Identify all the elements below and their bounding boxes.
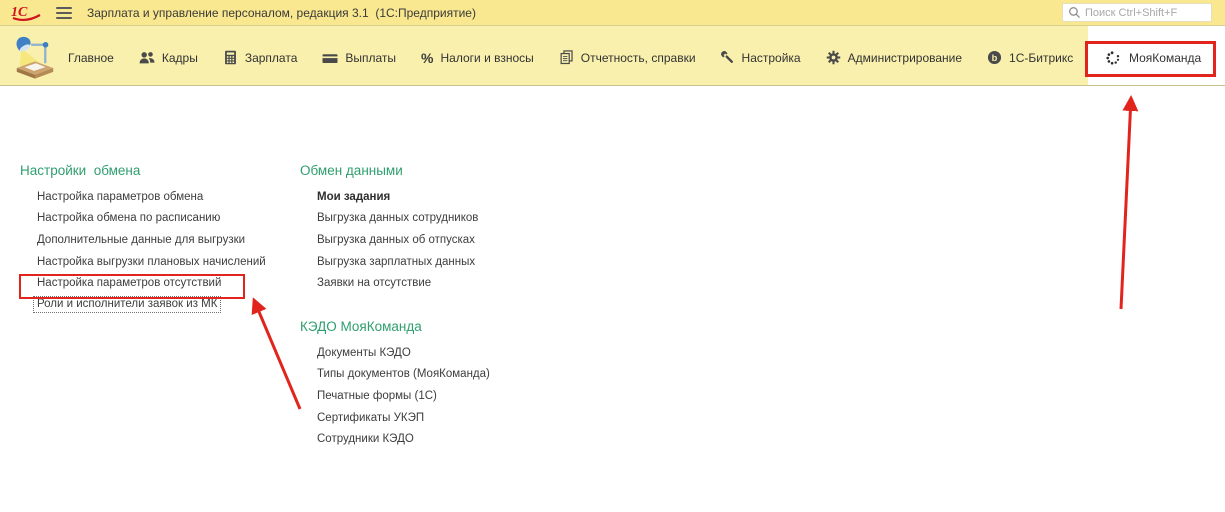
percent-icon: % bbox=[421, 51, 433, 65]
kedo-list: Документы КЭДО Типы документов (МояКоман… bbox=[300, 342, 490, 450]
link-export-vacations[interactable]: Выгрузка данных об отпусках bbox=[317, 229, 490, 251]
tab-label: Налоги и взносы bbox=[441, 51, 534, 65]
tab-label: Главное bbox=[68, 51, 114, 65]
link-my-tasks[interactable]: Мои задания bbox=[317, 186, 490, 208]
link-kedo-documents[interactable]: Документы КЭДО bbox=[317, 342, 490, 364]
tab-nastroyka[interactable]: Настройка bbox=[721, 47, 801, 65]
link-print-forms-1c[interactable]: Печатные формы (1С) bbox=[317, 385, 490, 407]
focused-link-text: Роли и исполнители заявок из МК bbox=[33, 296, 221, 313]
tab-label: Кадры bbox=[162, 51, 198, 65]
link-additional-export-data[interactable]: Дополнительные данные для выгрузки bbox=[37, 229, 266, 251]
link-exchange-schedule[interactable]: Настройка обмена по расписанию bbox=[37, 208, 266, 230]
svg-text:b: b bbox=[992, 53, 998, 63]
search-icon bbox=[1068, 6, 1081, 19]
tab-myteam[interactable]: МояКоманда bbox=[1088, 26, 1225, 85]
1c-logo-icon: 1С bbox=[10, 3, 42, 23]
main-menu-icon[interactable] bbox=[56, 7, 72, 19]
link-kedo-document-types[interactable]: Типы документов (МояКоманда) bbox=[317, 364, 490, 386]
desk-lamp-icon bbox=[12, 34, 58, 81]
tab-label: 1С-Битрикс bbox=[1009, 51, 1073, 65]
tab-label: Выплаты bbox=[345, 51, 396, 65]
tab-label: МояКоманда bbox=[1129, 51, 1201, 65]
tab-vyplaty[interactable]: Выплаты bbox=[322, 46, 396, 66]
section-title-data-exchange: Обмен данными bbox=[300, 163, 490, 178]
section-title-exchange-settings: Настройки обмена bbox=[20, 163, 266, 178]
global-search[interactable] bbox=[1062, 3, 1212, 22]
tab-nalogi[interactable]: % Налоги и взносы bbox=[421, 47, 534, 65]
app-window: 1С Зарплата и управление персоналом, ред… bbox=[0, 0, 1225, 512]
link-absence-params[interactable]: Настройка параметров отсутствий bbox=[37, 272, 266, 294]
annotation-arrow-myteam-tab bbox=[1121, 98, 1131, 309]
title-bar: 1С Зарплата и управление персоналом, ред… bbox=[0, 0, 1225, 26]
exchange-settings-list: Настройка параметров обмена Настройка об… bbox=[20, 186, 266, 316]
report-icon bbox=[559, 50, 574, 65]
link-absence-requests[interactable]: Заявки на отсутствие bbox=[317, 272, 490, 294]
ribbon: Главное Кадры bbox=[0, 26, 1225, 86]
link-export-salary-data[interactable]: Выгрузка зарплатных данных bbox=[317, 251, 490, 273]
tab-label: Зарплата bbox=[245, 51, 298, 65]
tab-kadry[interactable]: Кадры bbox=[139, 46, 198, 66]
section-title-kedo: КЭДО МояКоманда bbox=[300, 319, 490, 334]
link-export-employees[interactable]: Выгрузка данных сотрудников bbox=[317, 208, 490, 230]
annotation-arrow-absence-settings bbox=[254, 300, 300, 409]
tab-glavnoe[interactable]: Главное bbox=[68, 47, 114, 65]
calculator-icon bbox=[223, 50, 238, 65]
payment-card-icon bbox=[322, 50, 338, 66]
tab-administrirovanie[interactable]: Администрирование bbox=[826, 46, 962, 65]
people-icon bbox=[139, 50, 155, 66]
1c-logo: 1С bbox=[10, 3, 42, 23]
gear-icon bbox=[826, 50, 841, 65]
link-exchange-params[interactable]: Настройка параметров обмена bbox=[37, 186, 266, 208]
link-roles-executors-mk[interactable]: Роли и исполнители заявок из МК bbox=[37, 294, 266, 316]
wrench-icon bbox=[721, 51, 735, 65]
tab-label: Настройка bbox=[742, 51, 801, 65]
link-kedo-employees[interactable]: Сотрудники КЭДО bbox=[317, 428, 490, 450]
tab-label: Отчетность, справки bbox=[581, 51, 696, 65]
bitrix-icon: b bbox=[987, 50, 1002, 65]
myteam-icon bbox=[1105, 50, 1121, 66]
data-exchange-list: Мои задания Выгрузка данных сотрудников … bbox=[300, 186, 490, 294]
search-input[interactable] bbox=[1085, 7, 1206, 19]
tab-1c-bitrix[interactable]: b 1С-Битрикс bbox=[987, 46, 1073, 65]
tab-zarplata[interactable]: Зарплата bbox=[223, 46, 298, 65]
tab-label: Администрирование bbox=[848, 51, 962, 65]
section-data-exchange: Обмен данными Мои задания Выгрузка данны… bbox=[300, 163, 490, 450]
link-ukep-certificates[interactable]: Сертификаты УКЭП bbox=[317, 407, 490, 429]
link-planned-accruals-export[interactable]: Настройка выгрузки плановых начислений bbox=[37, 251, 266, 273]
section-exchange-settings: Настройки обмена Настройка параметров об… bbox=[20, 163, 266, 316]
app-title: Зарплата и управление персоналом, редакц… bbox=[87, 6, 476, 20]
tab-otchetnost[interactable]: Отчетность, справки bbox=[559, 46, 696, 65]
